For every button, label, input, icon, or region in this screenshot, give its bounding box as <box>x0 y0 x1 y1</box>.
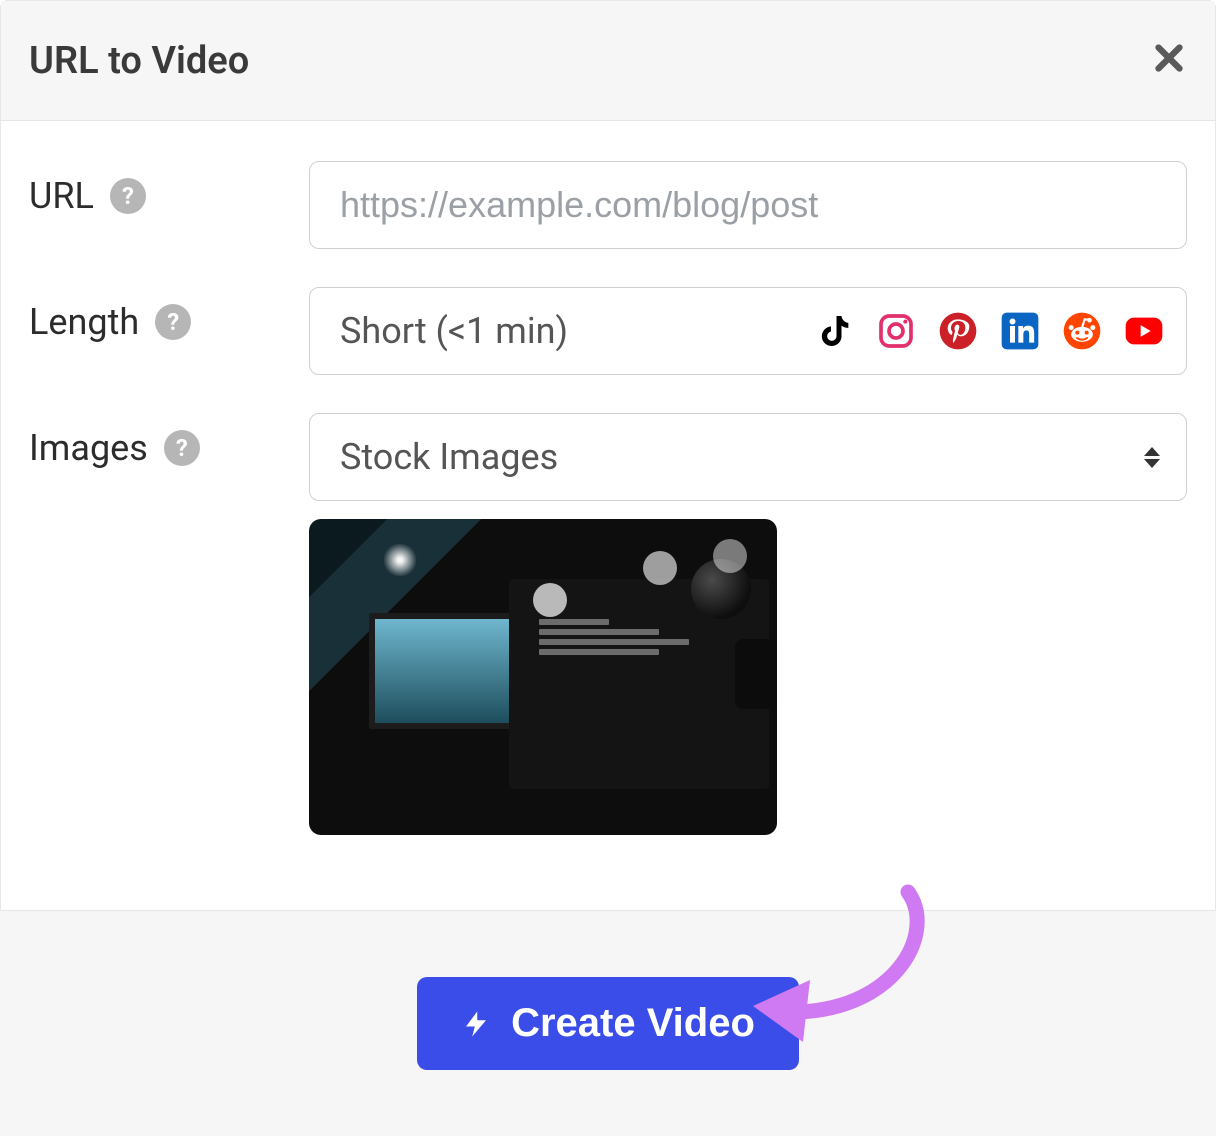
url-label: URL <box>29 175 94 217</box>
length-value: Short (<1 min) <box>340 310 800 352</box>
close-icon <box>1151 40 1187 76</box>
images-select[interactable]: Stock Images <box>309 413 1187 501</box>
dialog-header: URL to Video <box>1 1 1215 121</box>
pinterest-icon <box>938 311 978 351</box>
dialog-footer: Create Video <box>0 910 1216 1136</box>
length-row: Length ? Short (<1 min) <box>29 287 1187 375</box>
bolt-icon <box>461 1005 491 1043</box>
youtube-icon <box>1124 311 1164 351</box>
create-video-button[interactable]: Create Video <box>417 977 799 1070</box>
length-label: Length <box>29 301 139 343</box>
select-chevrons-icon <box>1144 447 1160 468</box>
images-selected: Stock Images <box>340 436 1144 478</box>
dialog-body: URL ? Length ? Short (<1 min) <box>1 121 1215 901</box>
help-icon[interactable]: ? <box>164 430 200 466</box>
create-video-label: Create Video <box>511 1001 755 1046</box>
images-row: Images ? Stock Images <box>29 413 1187 501</box>
preview-row <box>29 519 1187 835</box>
reddit-icon <box>1062 311 1102 351</box>
help-icon[interactable]: ? <box>155 304 191 340</box>
linkedin-icon <box>1000 311 1040 351</box>
tiktok-icon <box>814 311 854 351</box>
url-input[interactable] <box>309 161 1187 249</box>
instagram-icon <box>876 311 916 351</box>
url-row: URL ? <box>29 161 1187 249</box>
images-label: Images <box>29 427 148 469</box>
length-select[interactable]: Short (<1 min) <box>309 287 1187 375</box>
stock-image-preview <box>309 519 777 835</box>
help-icon[interactable]: ? <box>110 178 146 214</box>
social-icons <box>814 311 1164 351</box>
dialog-title: URL to Video <box>29 39 249 83</box>
close-button[interactable] <box>1151 39 1187 83</box>
